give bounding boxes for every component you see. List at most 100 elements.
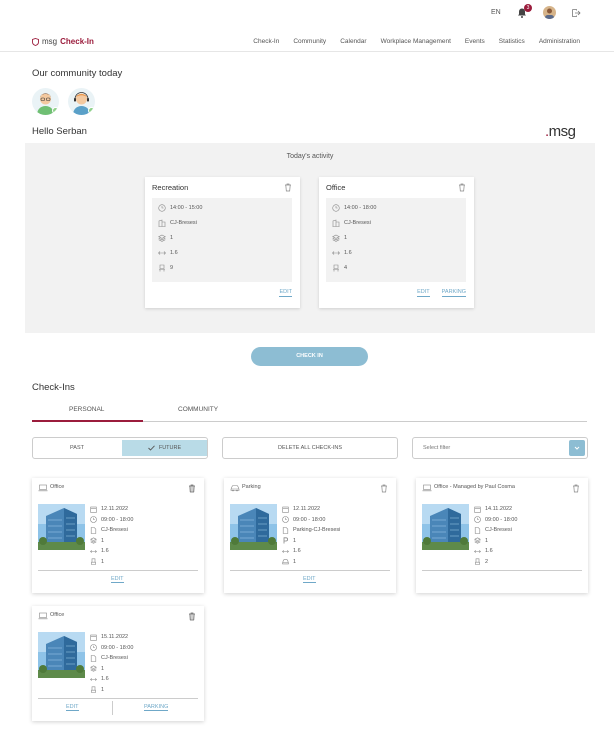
seat-icon: [91, 686, 96, 694]
link-divider: [112, 701, 113, 715]
card-divider: [38, 570, 198, 571]
checkin-details: 12.11.2022 09:00 - 18:00 CJ-Bresesi 1 1.…: [90, 504, 133, 567]
edit-link[interactable]: EDIT: [111, 576, 124, 583]
todays-activity-panel: Today's activity Recreation 14:00 - 15:0…: [25, 143, 595, 333]
detail-seat: 2: [474, 557, 517, 568]
toggle-past[interactable]: PAST: [33, 438, 121, 458]
detail-room: 1.6: [332, 249, 352, 257]
checkin-card-title: Parking: [242, 484, 261, 490]
laptop-icon: [38, 612, 48, 620]
trash-icon[interactable]: [380, 484, 388, 493]
detail-room: 1.6: [90, 674, 133, 685]
notification-count-badge: 3: [524, 4, 532, 12]
parking-link[interactable]: PARKING: [144, 704, 169, 711]
tab-community[interactable]: COMMUNITY: [178, 406, 218, 413]
nav-community[interactable]: Community: [293, 38, 326, 45]
community-heading: Our community today: [32, 68, 123, 79]
desk-icon: [159, 264, 165, 272]
detail-location: CJ-Bresesi: [90, 525, 133, 536]
detail-time: 14:00 - 15:00: [158, 204, 202, 212]
filter-placeholder: Select filter: [423, 445, 451, 451]
edit-link[interactable]: EDIT: [417, 289, 430, 297]
brand-shield-icon: [32, 37, 39, 46]
activity-card-links: EDIT: [279, 289, 292, 297]
clock-icon: [332, 204, 340, 212]
room-icon: [332, 251, 340, 255]
checkins-tabs: PERSONAL COMMUNITY: [32, 404, 587, 422]
document-icon: [474, 526, 481, 534]
community-avatar[interactable]: [32, 88, 59, 115]
building-photo: [422, 504, 469, 550]
room-icon: [90, 677, 97, 681]
layers-icon: [90, 537, 97, 544]
language-selector[interactable]: EN: [491, 9, 501, 16]
toggle-future[interactable]: FUTURE: [122, 440, 207, 456]
nav-links: Check-In Community Calendar Workplace Ma…: [253, 38, 580, 45]
edit-link[interactable]: EDIT: [279, 289, 292, 297]
nav-checkin[interactable]: Check-In: [253, 38, 279, 45]
clock-icon: [158, 204, 166, 212]
logout-icon[interactable]: [571, 8, 581, 18]
detail-floor: 1: [90, 536, 133, 547]
chevron-down-icon[interactable]: [569, 440, 585, 456]
laptop-icon: [38, 484, 48, 492]
parking-icon: [283, 537, 288, 544]
detail-date: 15.11.2022: [90, 632, 133, 643]
brand-logo[interactable]: msg Check-In: [32, 37, 94, 46]
detail-time: 09:00 - 18:00: [282, 515, 340, 526]
layers-icon: [332, 234, 340, 242]
layers-icon: [90, 665, 97, 672]
trash-icon[interactable]: [284, 183, 292, 192]
detail-seat: 4: [332, 264, 347, 272]
detail-floor: 1: [332, 234, 347, 242]
detail-building: CJ-Bresesi: [158, 219, 197, 227]
car-icon: [282, 559, 289, 565]
detail-time: 14:00 - 18:00: [332, 204, 376, 212]
nav-statistics[interactable]: Statistics: [499, 38, 525, 45]
user-avatar[interactable]: [543, 6, 556, 19]
detail-room: 1.6: [282, 546, 340, 557]
nav-events[interactable]: Events: [465, 38, 485, 45]
check-in-button[interactable]: CHECK IN: [251, 347, 368, 366]
trash-icon[interactable]: [188, 612, 196, 621]
filter-select[interactable]: Select filter: [412, 437, 588, 459]
edit-link[interactable]: EDIT: [66, 704, 79, 711]
delete-all-checkins-button[interactable]: DELETE ALL CHECK-INS: [222, 437, 398, 459]
edit-link[interactable]: EDIT: [303, 576, 316, 583]
detail-seat: 1: [282, 557, 340, 568]
nav-calendar[interactable]: Calendar: [340, 38, 366, 45]
building-photo: [38, 504, 85, 550]
room-icon: [474, 549, 481, 553]
detail-floor: 1: [90, 664, 133, 675]
checkin-details: 15.11.2022 09:00 - 18:00 CJ-Bresesi 1 1.…: [90, 632, 133, 695]
detail-date: 12.11.2022: [282, 504, 340, 515]
detail-seat: 9: [158, 264, 173, 272]
desk-icon: [333, 264, 339, 272]
layers-icon: [474, 537, 481, 544]
parking-link[interactable]: PARKING: [441, 289, 466, 297]
detail-date: 12.11.2022: [90, 504, 133, 515]
clock-icon: [90, 516, 97, 524]
room-icon: [90, 549, 97, 553]
detail-location: CJ-Bresesi: [474, 525, 517, 536]
detail-date: 14.11.2022: [474, 504, 517, 515]
community-avatar[interactable]: [68, 88, 95, 115]
detail-room: 1.6: [158, 249, 178, 257]
detail-seat: 1: [90, 685, 133, 696]
layers-icon: [158, 234, 166, 242]
activity-card: Office 14:00 - 18:00 CJ-Bresesi 1 1.6 4 …: [319, 177, 474, 308]
online-status-dot: [88, 107, 95, 114]
checkins-heading: Check-Ins: [32, 382, 75, 393]
room-icon: [282, 549, 289, 553]
trash-icon[interactable]: [458, 183, 466, 192]
seat-icon: [475, 558, 480, 566]
main-navbar: msg Check-In Check-In Community Calendar…: [0, 30, 614, 52]
trash-icon[interactable]: [188, 484, 196, 493]
card-divider: [230, 570, 390, 571]
nav-administration[interactable]: Administration: [539, 38, 580, 45]
trash-icon[interactable]: [572, 484, 580, 493]
nav-workplace-management[interactable]: Workplace Management: [381, 38, 451, 45]
checkin-card: Office 12.11.2022 09:00 - 18:00 CJ-Brese…: [32, 478, 204, 593]
tab-personal[interactable]: PERSONAL: [69, 406, 104, 413]
activity-card-links: EDIT PARKING: [417, 289, 466, 297]
